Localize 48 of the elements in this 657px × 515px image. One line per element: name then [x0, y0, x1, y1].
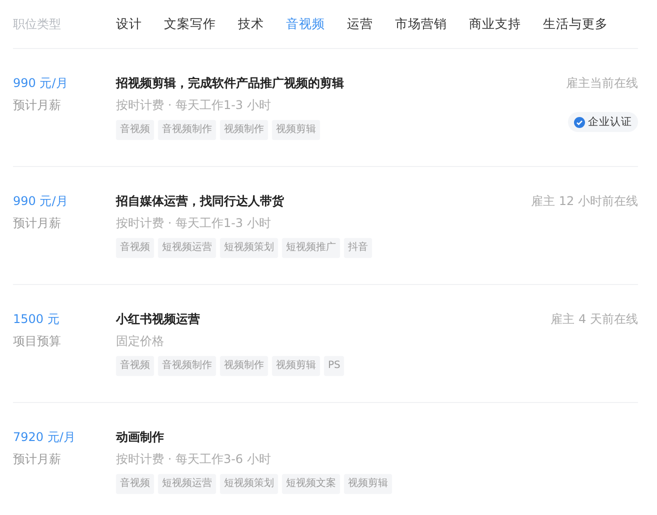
skill-tag: 短视频推广: [282, 238, 340, 258]
skill-tag: 短视频运营: [158, 238, 216, 258]
skill-tag: 短视频运营: [158, 474, 216, 494]
skill-tag: 视频制作: [220, 356, 268, 376]
skill-tag: 抖音: [344, 238, 372, 258]
job-terms: 固定价格: [116, 333, 165, 350]
category-tab[interactable]: 设计: [116, 16, 142, 32]
job-terms: 按时计费 · 每天工作3-6 小时: [116, 451, 272, 468]
online-status: 雇主 4 天前在线: [550, 311, 638, 328]
category-tab[interactable]: 商业支持: [469, 16, 521, 32]
skill-tag: 视频剪辑: [344, 474, 392, 494]
skill-tag: 音视频: [116, 356, 154, 376]
skill-tag: 音视频: [116, 120, 154, 140]
skill-tag: 短视频文案: [282, 474, 340, 494]
badge-label: 企业认证: [588, 115, 632, 129]
category-tab[interactable]: 运营: [347, 16, 373, 32]
job-title[interactable]: 招视频剪辑，完成软件产品推广视频的剪辑: [116, 74, 566, 92]
price: 1500 元: [13, 311, 60, 328]
category-tab[interactable]: 生活与更多: [543, 16, 608, 32]
price-type: 预计月薪: [13, 215, 62, 232]
skill-tag: 视频剪辑: [272, 120, 320, 140]
skill-tag: 视频剪辑: [272, 356, 320, 376]
price-type: 项目预算: [13, 333, 62, 350]
skill-tag: 视频制作: [220, 120, 268, 140]
online-status: 雇主 12 小时前在线: [531, 193, 638, 210]
online-status: 雇主当前在线: [566, 75, 638, 92]
category-label: 职位类型: [13, 16, 62, 32]
job-terms: 按时计费 · 每天工作1-3 小时: [116, 97, 272, 114]
price: 990 元/月: [13, 75, 69, 92]
price-type: 预计月薪: [13, 97, 62, 114]
price: 7920 元/月: [13, 429, 76, 446]
skill-tag: 音视频: [116, 238, 154, 258]
job-title[interactable]: 招自媒体运营，找同行达人带货: [116, 192, 532, 210]
job-terms: 按时计费 · 每天工作1-3 小时: [116, 215, 272, 232]
job-title[interactable]: 小红书视频运营: [116, 310, 551, 328]
job-title[interactable]: 动画制作: [116, 428, 638, 446]
skill-tag: 音视频: [116, 474, 154, 494]
price-type: 预计月薪: [13, 451, 62, 468]
skill-tag: 短视频策划: [220, 474, 278, 494]
skill-tag: 音视频制作: [158, 356, 216, 376]
skill-tag: PS: [324, 356, 344, 376]
price: 990 元/月: [13, 193, 69, 210]
skill-tag: 音视频制作: [158, 120, 216, 140]
category-tab[interactable]: 文案写作: [164, 16, 216, 32]
skill-tag: 短视频策划: [220, 238, 278, 258]
category-tab[interactable]: 技术: [238, 16, 264, 32]
category-tab[interactable]: 市场营销: [395, 16, 447, 32]
check-icon: [574, 116, 585, 128]
